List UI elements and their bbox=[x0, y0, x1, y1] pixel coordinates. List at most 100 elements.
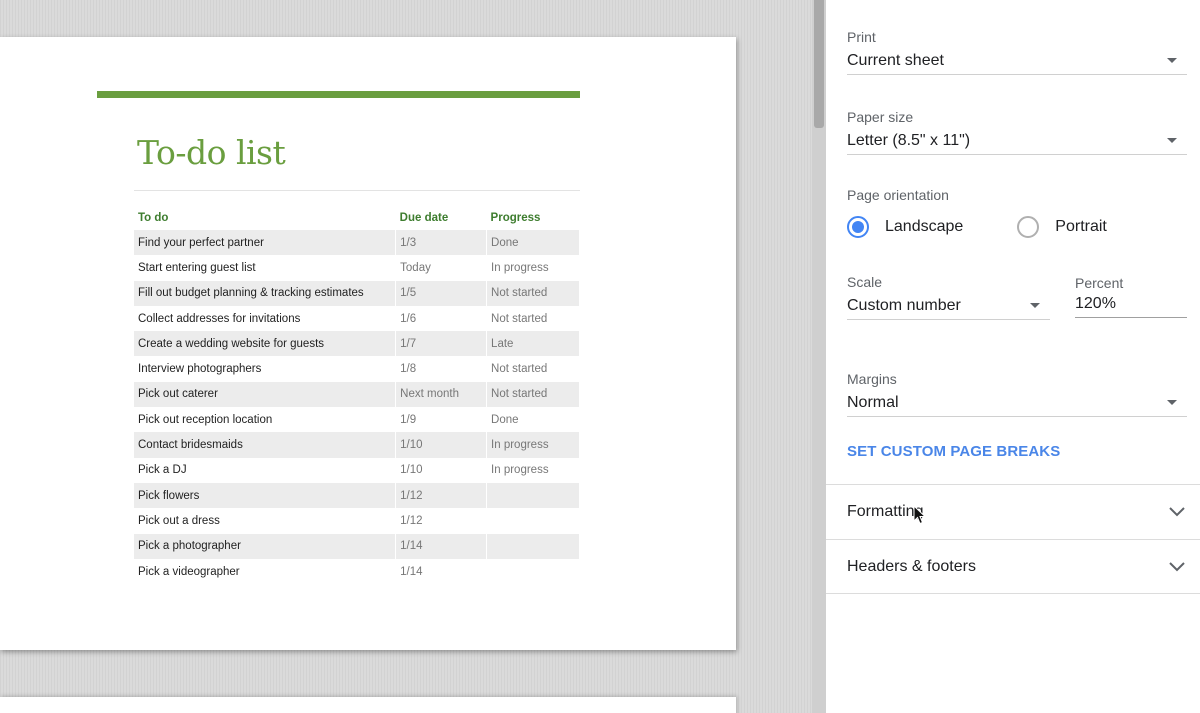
margins-value: Normal bbox=[847, 393, 899, 411]
due-date-cell: 1/14 bbox=[395, 533, 488, 559]
due-date-cell: 1/3 bbox=[395, 230, 488, 256]
print-settings-panel: Print Current sheet Paper size Letter (8… bbox=[826, 0, 1200, 713]
table-row: Pick out reception location 1/9 Done bbox=[134, 407, 580, 433]
todo-cell: Pick out reception location bbox=[134, 407, 397, 433]
formatting-section[interactable]: Formatting bbox=[826, 485, 1200, 539]
margins-select[interactable]: Normal bbox=[847, 389, 1187, 417]
todo-cell: Pick a DJ bbox=[134, 457, 397, 483]
table-row: Interview photographers 1/8 Not started bbox=[134, 356, 580, 382]
progress-cell: In progress bbox=[486, 457, 580, 483]
todo-cell: Pick flowers bbox=[134, 482, 397, 509]
document-title: To-do list bbox=[137, 133, 286, 172]
todo-table: To do Due date Progress Find your perfec… bbox=[134, 206, 580, 585]
mouse-pointer-icon bbox=[913, 504, 927, 530]
paper-size-label: Paper size bbox=[847, 109, 914, 125]
print-select[interactable]: Current sheet bbox=[847, 47, 1187, 75]
due-date-cell: 1/5 bbox=[395, 280, 488, 306]
due-date-cell: 1/8 bbox=[395, 356, 488, 382]
portrait-label: Portrait bbox=[1055, 218, 1107, 235]
progress-cell: Done bbox=[486, 407, 580, 433]
due-date-cell: Next month bbox=[395, 381, 488, 408]
due-date-cell: 1/10 bbox=[395, 457, 488, 483]
due-date-cell: 1/6 bbox=[395, 305, 488, 332]
column-header-todo: To do bbox=[138, 212, 169, 224]
todo-cell: Find your perfect partner bbox=[134, 230, 397, 256]
print-select-value: Current sheet bbox=[847, 51, 944, 69]
progress-cell: Late bbox=[486, 331, 580, 357]
orientation-label: Page orientation bbox=[847, 187, 949, 203]
landscape-radio[interactable] bbox=[847, 216, 869, 238]
column-header-progress: Progress bbox=[490, 212, 541, 224]
table-row: Contact bridesmaids 1/10 In progress bbox=[134, 432, 580, 458]
caret-down-icon bbox=[1167, 138, 1177, 143]
print-preview: To-do list To do Due date Progress Find … bbox=[0, 0, 826, 713]
table-row: Find your perfect partner 1/3 Done bbox=[134, 230, 580, 256]
paper-size-value: Letter (8.5" x 11") bbox=[847, 131, 971, 149]
print-label: Print bbox=[847, 29, 876, 45]
todo-cell: Pick a photographer bbox=[134, 533, 397, 559]
due-date-cell: 1/12 bbox=[395, 508, 488, 534]
scale-label: Scale bbox=[847, 274, 883, 290]
todo-cell: Interview photographers bbox=[134, 356, 397, 382]
percent-label: Percent bbox=[1075, 275, 1124, 291]
table-row: Start entering guest list Today In progres… bbox=[134, 255, 580, 281]
due-date-cell: 1/14 bbox=[395, 558, 488, 585]
orientation-landscape-option[interactable]: Landscape bbox=[847, 216, 963, 238]
paper-size-select[interactable]: Letter (8.5" x 11") bbox=[847, 127, 1187, 155]
caret-down-icon bbox=[1030, 303, 1040, 308]
progress-cell bbox=[486, 482, 580, 509]
table-row: Create a wedding website for guests 1/7 La… bbox=[134, 331, 580, 357]
todo-cell: Pick out caterer bbox=[134, 381, 397, 408]
table-row: Pick out caterer Next month Not started bbox=[134, 381, 580, 408]
table-row: Pick a videographer 1/14 bbox=[134, 558, 580, 585]
todo-cell: Pick out a dress bbox=[134, 508, 397, 534]
table-row: Fill out budget planning & tracking esti… bbox=[134, 280, 580, 306]
progress-cell: In progress bbox=[486, 255, 580, 281]
caret-down-icon bbox=[1167, 400, 1177, 405]
progress-cell: Done bbox=[486, 230, 580, 256]
set-custom-page-breaks-button[interactable]: SET CUSTOM PAGE BREAKS bbox=[847, 443, 1060, 460]
column-header-due-date: Due date bbox=[399, 212, 449, 224]
table-row: Pick a DJ 1/10 In progress bbox=[134, 457, 580, 483]
due-date-cell: 1/7 bbox=[395, 331, 488, 357]
chevron-down-icon[interactable] bbox=[1168, 506, 1186, 518]
margins-label: Margins bbox=[847, 371, 897, 387]
table-row: Pick a photographer 1/14 bbox=[134, 533, 580, 559]
progress-cell: Not started bbox=[486, 381, 580, 408]
due-date-cell: 1/10 bbox=[395, 432, 488, 458]
scale-select[interactable]: Custom number bbox=[847, 292, 1050, 320]
todo-cell: Create a wedding website for guests bbox=[134, 331, 397, 357]
chevron-down-icon[interactable] bbox=[1168, 561, 1186, 573]
todo-cell: Contact bridesmaids bbox=[134, 432, 397, 458]
orientation-portrait-option[interactable]: Portrait bbox=[1017, 216, 1107, 238]
todo-cell: Pick a videographer bbox=[134, 558, 397, 585]
due-date-cell: 1/9 bbox=[395, 407, 488, 433]
headers-footers-label: Headers & footers bbox=[847, 558, 976, 575]
todo-cell: Collect addresses for invitations bbox=[134, 305, 397, 332]
percent-input[interactable]: 120% bbox=[1075, 290, 1187, 318]
table-row: Pick flowers 1/12 bbox=[134, 482, 580, 509]
progress-cell bbox=[486, 558, 580, 585]
progress-cell bbox=[486, 508, 580, 534]
scale-value: Custom number bbox=[847, 296, 961, 314]
todo-cell: Start entering guest list bbox=[134, 255, 397, 281]
section-divider bbox=[826, 593, 1200, 594]
progress-cell: Not started bbox=[486, 305, 580, 332]
preview-scrollbar-thumb[interactable] bbox=[814, 0, 824, 128]
due-date-cell: 1/12 bbox=[395, 482, 488, 509]
accent-bar bbox=[97, 91, 580, 98]
table-row: Pick out a dress 1/12 bbox=[134, 508, 580, 534]
formatting-label: Formatting bbox=[847, 503, 924, 520]
portrait-radio[interactable] bbox=[1017, 216, 1040, 238]
table-header-row: To do Due date Progress bbox=[134, 206, 580, 230]
table-row: Collect addresses for invitations 1/6 Not … bbox=[134, 305, 580, 332]
caret-down-icon bbox=[1167, 58, 1177, 63]
progress-cell bbox=[486, 533, 580, 559]
percent-value: 120% bbox=[1075, 294, 1116, 312]
headers-footers-section[interactable]: Headers & footers bbox=[826, 540, 1200, 594]
title-divider bbox=[134, 190, 580, 191]
due-date-cell: Today bbox=[395, 255, 488, 281]
progress-cell: Not started bbox=[486, 280, 580, 306]
landscape-label: Landscape bbox=[885, 218, 964, 235]
progress-cell: Not started bbox=[486, 356, 580, 382]
